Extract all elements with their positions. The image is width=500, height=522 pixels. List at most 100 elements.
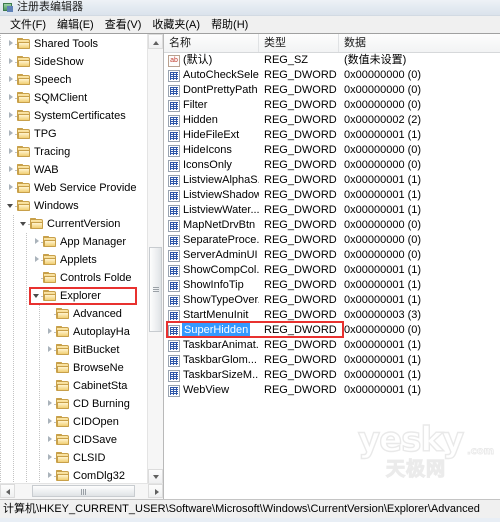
tree-node-tpg[interactable]: TPG bbox=[0, 125, 148, 143]
tree-node-sqmclient[interactable]: SQMClient bbox=[0, 89, 148, 107]
scroll-left-arrow-icon[interactable] bbox=[0, 484, 15, 498]
tree-node-label: CIDSave bbox=[73, 434, 118, 446]
value-row[interactable]: TaskbarSizeM... REG_DWORD 0x00000001 (1) bbox=[164, 368, 500, 383]
tree-node-autoplayha[interactable]: AutoplayHa bbox=[0, 323, 148, 341]
value-row[interactable]: (默认) REG_SZ (数值未设置) bbox=[164, 53, 500, 68]
tree-node-shared-tools[interactable]: Shared Tools bbox=[0, 35, 148, 53]
tree-vscroll-thumb[interactable] bbox=[149, 247, 162, 332]
menu-item-edit[interactable]: 编辑(E) bbox=[53, 17, 101, 33]
value-name-cell: ShowTypeOver... bbox=[164, 293, 259, 308]
folder-icon bbox=[56, 470, 70, 482]
column-header-data[interactable]: 数据 bbox=[339, 34, 500, 52]
value-row[interactable]: Hidden REG_DWORD 0x00000002 (2) bbox=[164, 113, 500, 128]
column-header-type[interactable]: 类型 bbox=[259, 34, 339, 52]
value-row[interactable]: ListviewShadow REG_DWORD 0x00000001 (1) bbox=[164, 188, 500, 203]
tree-vertical-scrollbar[interactable] bbox=[147, 34, 163, 484]
chevron-right-icon[interactable] bbox=[45, 467, 58, 484]
chevron-down-icon[interactable] bbox=[32, 287, 45, 305]
chevron-right-icon[interactable] bbox=[6, 125, 19, 143]
chevron-right-icon[interactable] bbox=[32, 251, 45, 269]
tree-node-comdlg32[interactable]: ComDlg32 bbox=[0, 467, 148, 484]
menu-item-favorites[interactable]: 收藏夹(A) bbox=[148, 17, 207, 33]
tree-node-bitbucket[interactable]: BitBucket bbox=[0, 341, 148, 359]
value-row[interactable]: DontPrettyPath REG_DWORD 0x00000000 (0) bbox=[164, 83, 500, 98]
chevron-right-icon[interactable] bbox=[45, 323, 58, 341]
value-row[interactable]: ListviewWater... REG_DWORD 0x00000001 (1) bbox=[164, 203, 500, 218]
menu-item-help[interactable]: 帮助(H) bbox=[207, 17, 255, 33]
value-row[interactable]: ShowInfoTip REG_DWORD 0x00000001 (1) bbox=[164, 278, 500, 293]
folder-icon bbox=[17, 200, 31, 212]
tree-node-web-service-provide[interactable]: Web Service Provide bbox=[0, 179, 148, 197]
value-row[interactable]: IconsOnly REG_DWORD 0x00000000 (0) bbox=[164, 158, 500, 173]
value-row[interactable]: ListviewAlphaS... REG_DWORD 0x00000001 (1) bbox=[164, 173, 500, 188]
values-column-header: 名称 类型 数据 bbox=[164, 34, 500, 53]
chevron-right-icon[interactable] bbox=[6, 89, 19, 107]
value-name-label: AutoCheckSelect bbox=[183, 69, 259, 81]
scroll-up-arrow-icon[interactable] bbox=[148, 34, 163, 49]
tree-node-cd-burning[interactable]: CD Burning bbox=[0, 395, 148, 413]
tree-hscroll-thumb[interactable] bbox=[32, 485, 135, 497]
tree-node-sideshow[interactable]: SideShow bbox=[0, 53, 148, 71]
value-row[interactable]: ServerAdminUI REG_DWORD 0x00000000 (0) bbox=[164, 248, 500, 263]
scroll-right-arrow-icon[interactable] bbox=[148, 484, 163, 498]
chevron-right-icon[interactable] bbox=[45, 449, 58, 467]
chevron-right-icon[interactable] bbox=[45, 431, 58, 449]
chevron-right-icon[interactable] bbox=[45, 413, 58, 431]
tree-node-currentversion[interactable]: CurrentVersion bbox=[0, 215, 148, 233]
value-row[interactable]: TaskbarAnimat... REG_DWORD 0x00000001 (1) bbox=[164, 338, 500, 353]
chevron-right-icon[interactable] bbox=[45, 341, 58, 359]
tree-node-cidopen[interactable]: CIDOpen bbox=[0, 413, 148, 431]
value-row[interactable]: SuperHidden REG_DWORD 0x00000000 (0) bbox=[164, 323, 500, 338]
tree-node-browsene[interactable]: BrowseNe bbox=[0, 359, 148, 377]
tree-node-app-manager[interactable]: App Manager bbox=[0, 233, 148, 251]
dword-value-icon bbox=[168, 234, 180, 247]
tree-node-explorer[interactable]: Explorer bbox=[0, 287, 148, 305]
value-row[interactable]: StartMenuInit REG_DWORD 0x00000003 (3) bbox=[164, 308, 500, 323]
chevron-right-icon[interactable] bbox=[6, 71, 19, 89]
tree-node-wab[interactable]: WAB bbox=[0, 161, 148, 179]
registry-tree: Shared Tools SideShow Speech SQMClient Syste… bbox=[0, 34, 148, 484]
value-row[interactable]: HideIcons REG_DWORD 0x00000000 (0) bbox=[164, 143, 500, 158]
chevron-right-icon[interactable] bbox=[6, 107, 19, 125]
tree-node-cabinetsta[interactable]: CabinetSta bbox=[0, 377, 148, 395]
value-row[interactable]: HideFileExt REG_DWORD 0x00000001 (1) bbox=[164, 128, 500, 143]
dword-value-icon bbox=[168, 294, 180, 307]
value-row[interactable]: MapNetDrvBtn REG_DWORD 0x00000000 (0) bbox=[164, 218, 500, 233]
chevron-down-icon[interactable] bbox=[19, 215, 32, 233]
value-row[interactable]: Filter REG_DWORD 0x00000000 (0) bbox=[164, 98, 500, 113]
chevron-right-icon[interactable] bbox=[32, 233, 45, 251]
value-row[interactable]: ShowTypeOver... REG_DWORD 0x00000001 (1) bbox=[164, 293, 500, 308]
value-type-cell: REG_DWORD bbox=[264, 84, 337, 96]
tree-node-windows[interactable]: Windows bbox=[0, 197, 148, 215]
value-row[interactable]: WebView REG_DWORD 0x00000001 (1) bbox=[164, 383, 500, 398]
tree-node-controls-folde[interactable]: Controls Folde bbox=[0, 269, 148, 287]
chevron-right-icon[interactable] bbox=[6, 143, 19, 161]
value-row[interactable]: SeparateProce... REG_DWORD 0x00000000 (0) bbox=[164, 233, 500, 248]
tree-node-speech[interactable]: Speech bbox=[0, 71, 148, 89]
chevron-down-icon[interactable] bbox=[6, 197, 19, 215]
scroll-down-arrow-icon[interactable] bbox=[148, 469, 163, 484]
yesky-watermark: yesky .com 天极网 bbox=[356, 421, 498, 480]
tree-node-tracing[interactable]: Tracing bbox=[0, 143, 148, 161]
registry-tree-pane[interactable]: Shared Tools SideShow Speech SQMClient Syste… bbox=[0, 34, 164, 499]
tree-node-systemcertificates[interactable]: SystemCertificates bbox=[0, 107, 148, 125]
tree-node-applets[interactable]: Applets bbox=[0, 251, 148, 269]
chevron-right-icon[interactable] bbox=[6, 53, 19, 71]
tree-horizontal-scrollbar[interactable] bbox=[0, 483, 163, 499]
chevron-right-icon[interactable] bbox=[6, 161, 19, 179]
value-row[interactable]: ShowCompCol... REG_DWORD 0x00000001 (1) bbox=[164, 263, 500, 278]
tree-node-clsid[interactable]: CLSID bbox=[0, 449, 148, 467]
menu-item-view[interactable]: 查看(V) bbox=[101, 17, 149, 33]
value-name-label: MapNetDrvBtn bbox=[183, 219, 256, 231]
tree-node-cidsave[interactable]: CIDSave bbox=[0, 431, 148, 449]
chevron-right-icon[interactable] bbox=[6, 35, 19, 53]
value-row[interactable]: TaskbarGlom... REG_DWORD 0x00000001 (1) bbox=[164, 353, 500, 368]
chevron-right-icon[interactable] bbox=[6, 179, 19, 197]
value-type-cell: REG_SZ bbox=[264, 54, 309, 66]
chevron-right-icon[interactable] bbox=[45, 395, 58, 413]
value-row[interactable]: AutoCheckSelect REG_DWORD 0x00000000 (0) bbox=[164, 68, 500, 83]
column-header-name[interactable]: 名称 bbox=[164, 34, 259, 52]
menu-item-file[interactable]: 文件(F) bbox=[6, 17, 53, 33]
tree-node-advanced[interactable]: Advanced bbox=[0, 305, 148, 323]
registry-values-pane[interactable]: 名称类型数据 (默认) REG_SZ (数值未设置) AutoCheckSelect R… bbox=[164, 34, 500, 499]
